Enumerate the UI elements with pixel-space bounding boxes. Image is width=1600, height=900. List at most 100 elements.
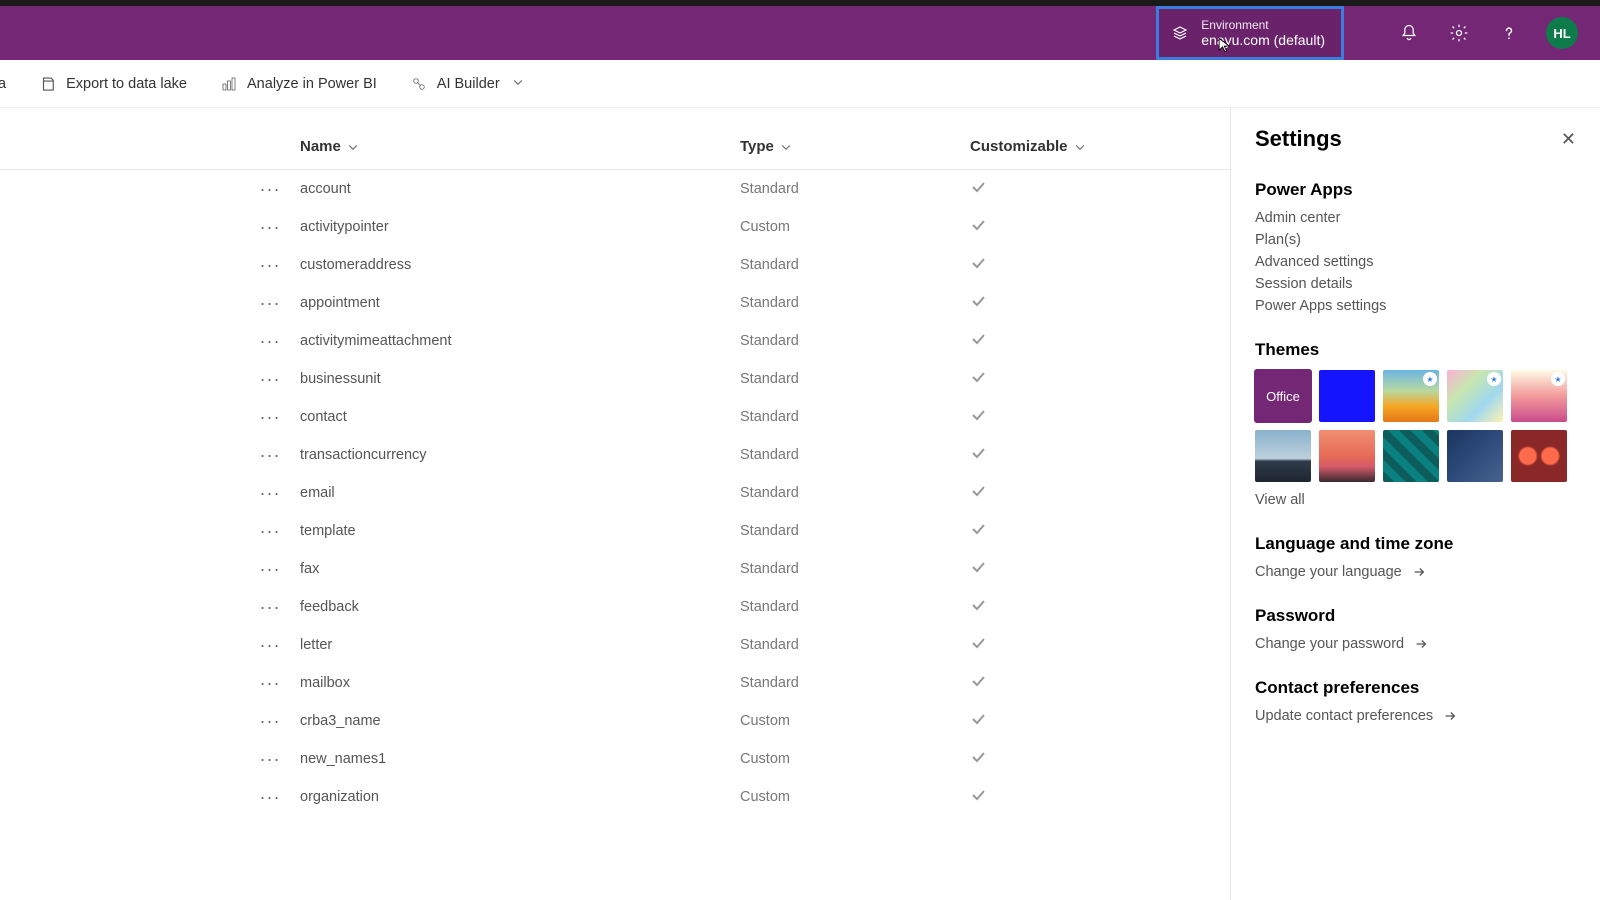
theme-office[interactable]: Office bbox=[1255, 370, 1311, 422]
table-row: ··· activitypointer Custom bbox=[0, 208, 1230, 246]
settings-link[interactable]: Session details bbox=[1255, 276, 1576, 292]
entity-name[interactable]: businessunit bbox=[300, 371, 740, 387]
help-icon[interactable] bbox=[1484, 6, 1534, 60]
column-label: Customizable bbox=[970, 138, 1068, 155]
settings-link[interactable]: Power Apps settings bbox=[1255, 298, 1576, 314]
theme-circuit[interactable] bbox=[1383, 430, 1439, 482]
row-more-icon[interactable]: ··· bbox=[240, 217, 300, 238]
link-label: Change your password bbox=[1255, 636, 1404, 652]
column-label: Type bbox=[740, 138, 774, 155]
row-more-icon[interactable]: ··· bbox=[240, 597, 300, 618]
customizable-check-icon bbox=[970, 521, 1170, 541]
settings-link[interactable]: Advanced settings bbox=[1255, 254, 1576, 270]
arrow-right-icon bbox=[1412, 565, 1426, 579]
theme-sunrise[interactable]: ★ bbox=[1383, 370, 1439, 422]
entity-type: Custom bbox=[740, 219, 970, 235]
row-more-icon[interactable]: ··· bbox=[240, 407, 300, 428]
table-row: ··· account Standard bbox=[0, 170, 1230, 208]
entity-name[interactable]: feedback bbox=[300, 599, 740, 615]
row-more-icon[interactable]: ··· bbox=[240, 369, 300, 390]
user-avatar[interactable]: HL bbox=[1546, 17, 1578, 49]
row-more-icon[interactable]: ··· bbox=[240, 787, 300, 808]
settings-link[interactable]: Admin center bbox=[1255, 210, 1576, 226]
themes-heading: Themes bbox=[1255, 340, 1576, 360]
table-row: ··· email Standard bbox=[0, 474, 1230, 512]
entity-type: Standard bbox=[740, 485, 970, 501]
row-more-icon[interactable]: ··· bbox=[240, 711, 300, 732]
entity-name[interactable]: appointment bbox=[300, 295, 740, 311]
column-label: Name bbox=[300, 138, 341, 155]
change-password-link[interactable]: Change your password bbox=[1255, 636, 1576, 652]
row-more-icon[interactable]: ··· bbox=[240, 749, 300, 770]
entity-name[interactable]: new_names1 bbox=[300, 751, 740, 767]
toolbar-analyze-button[interactable]: Analyze in Power BI bbox=[213, 74, 383, 94]
entity-name[interactable]: customeraddress bbox=[300, 257, 740, 273]
theme-cliff[interactable] bbox=[1255, 430, 1311, 482]
row-more-icon[interactable]: ··· bbox=[240, 255, 300, 276]
entity-table: Name Type Customizable ··· account Stand… bbox=[0, 108, 1230, 900]
row-more-icon[interactable]: ··· bbox=[240, 179, 300, 200]
entity-name[interactable]: crba3_name bbox=[300, 713, 740, 729]
row-more-icon[interactable]: ··· bbox=[240, 521, 300, 542]
customizable-check-icon bbox=[970, 369, 1170, 389]
customizable-check-icon bbox=[970, 597, 1170, 617]
settings-link[interactable]: Plan(s) bbox=[1255, 232, 1576, 248]
theme-warm[interactable]: ★ bbox=[1511, 370, 1567, 422]
row-more-icon[interactable]: ··· bbox=[240, 293, 300, 314]
export-icon bbox=[38, 74, 58, 94]
settings-panel: Settings ✕ Power Apps Admin centerPlan(s… bbox=[1230, 108, 1600, 900]
toolbar-data-button[interactable]: ta bbox=[0, 76, 12, 92]
entity-name[interactable]: organization bbox=[300, 789, 740, 805]
entity-name[interactable]: activitymimeattachment bbox=[300, 333, 740, 349]
entity-name[interactable]: letter bbox=[300, 637, 740, 653]
entity-type: Standard bbox=[740, 561, 970, 577]
entity-type: Custom bbox=[740, 713, 970, 729]
theme-rainbow[interactable]: ★ bbox=[1447, 370, 1503, 422]
entity-name[interactable]: email bbox=[300, 485, 740, 501]
customizable-check-icon bbox=[970, 483, 1170, 503]
environment-selector[interactable]: Environment enayu.com (default) bbox=[1156, 6, 1344, 60]
notifications-icon[interactable] bbox=[1384, 6, 1434, 60]
environment-icon bbox=[1171, 24, 1189, 42]
table-row: ··· transactioncurrency Standard bbox=[0, 436, 1230, 474]
row-more-icon[interactable]: ··· bbox=[240, 559, 300, 580]
entity-name[interactable]: fax bbox=[300, 561, 740, 577]
column-header-type[interactable]: Type bbox=[740, 138, 970, 155]
table-row: ··· letter Standard bbox=[0, 626, 1230, 664]
row-more-icon[interactable]: ··· bbox=[240, 673, 300, 694]
toolbar-label: AI Builder bbox=[437, 76, 500, 92]
customizable-check-icon bbox=[970, 407, 1170, 427]
close-icon[interactable]: ✕ bbox=[1561, 129, 1576, 150]
settings-icon[interactable] bbox=[1434, 6, 1484, 60]
table-row: ··· organization Custom bbox=[0, 778, 1230, 816]
table-row: ··· crba3_name Custom bbox=[0, 702, 1230, 740]
entity-type: Custom bbox=[740, 789, 970, 805]
entity-name[interactable]: activitypointer bbox=[300, 219, 740, 235]
customizable-check-icon bbox=[970, 293, 1170, 313]
entity-name[interactable]: contact bbox=[300, 409, 740, 425]
entity-name[interactable]: account bbox=[300, 181, 740, 197]
link-label: Change your language bbox=[1255, 564, 1402, 580]
entity-type: Standard bbox=[740, 599, 970, 615]
update-contact-link[interactable]: Update contact preferences bbox=[1255, 708, 1576, 724]
themes-view-all[interactable]: View all bbox=[1255, 492, 1576, 508]
toolbar-aibuilder-button[interactable]: AI Builder bbox=[403, 74, 530, 94]
row-more-icon[interactable]: ··· bbox=[240, 635, 300, 656]
theme-blue[interactable] bbox=[1319, 370, 1375, 422]
column-header-name[interactable]: Name bbox=[300, 138, 740, 155]
customizable-check-icon bbox=[970, 179, 1170, 199]
row-more-icon[interactable]: ··· bbox=[240, 483, 300, 504]
column-header-customizable[interactable]: Customizable bbox=[970, 138, 1170, 155]
theme-red[interactable] bbox=[1511, 430, 1567, 482]
change-language-link[interactable]: Change your language bbox=[1255, 564, 1576, 580]
chevron-down-icon bbox=[512, 76, 524, 92]
entity-name[interactable]: transactioncurrency bbox=[300, 447, 740, 463]
theme-palms[interactable] bbox=[1319, 430, 1375, 482]
entity-name[interactable]: mailbox bbox=[300, 675, 740, 691]
entity-name[interactable]: template bbox=[300, 523, 740, 539]
row-more-icon[interactable]: ··· bbox=[240, 445, 300, 466]
theme-navy[interactable] bbox=[1447, 430, 1503, 482]
row-more-icon[interactable]: ··· bbox=[240, 331, 300, 352]
environment-value: enayu.com (default) bbox=[1201, 32, 1325, 48]
toolbar-export-button[interactable]: Export to data lake bbox=[32, 74, 193, 94]
